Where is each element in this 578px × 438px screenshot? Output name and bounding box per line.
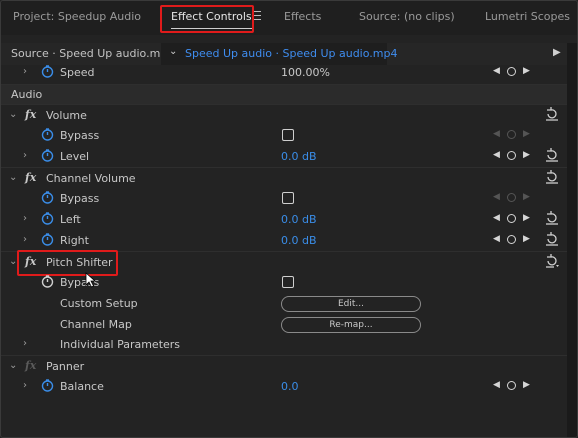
edit-button[interactable]: Edit... (281, 296, 421, 312)
expand-chevron-icon[interactable]: › (23, 380, 27, 391)
reset-dropdown-icon[interactable] (545, 254, 559, 268)
stopwatch-icon[interactable] (41, 191, 54, 204)
stopwatch-icon[interactable] (41, 379, 54, 392)
channel-right-row: › Right 0.0 dB ◀ ▶ (1, 230, 567, 250)
fx-icon[interactable]: fx (25, 359, 36, 372)
tab-lumetri-scopes[interactable]: Lumetri Scopes (485, 10, 570, 23)
left-channel-label: Left (60, 213, 81, 226)
active-tab-underline (171, 28, 252, 29)
collapse-chevron-icon[interactable]: ⌄ (9, 360, 17, 371)
level-label: Level (60, 150, 90, 163)
stopwatch-icon[interactable] (41, 275, 54, 288)
volume-bypass-row: Bypass ◀ ▶ (1, 125, 567, 145)
effect-controls-panel: Project: Speedup Audio Effect Controls E… (0, 0, 578, 438)
individual-parameters-row: › Individual Parameters (1, 334, 567, 354)
volume-effect-row: ⌄ fx Volume (1, 104, 567, 125)
sequence-clip-label: Speed Up audio · Speed Up audio.mp4 (185, 47, 398, 60)
fx-icon[interactable]: fx (25, 108, 36, 121)
balance-value[interactable]: 0.0 (281, 380, 299, 393)
reset-icon[interactable] (545, 170, 559, 184)
collapse-chevron-icon[interactable]: ⌄ (9, 172, 17, 183)
panner-label: Panner (46, 360, 85, 373)
panel-menu-icon[interactable] (252, 11, 261, 20)
collapse-chevron-icon[interactable]: ⌄ (9, 256, 17, 267)
timeline-scrollbar[interactable] (567, 43, 577, 437)
bypass-checkbox[interactable] (282, 192, 294, 204)
chevron-down-icon: ⌄ (169, 46, 178, 57)
source-clip-label[interactable]: Source · Speed Up audio.mp4 (11, 47, 174, 60)
stopwatch-icon[interactable] (41, 233, 54, 246)
bypass-checkbox[interactable] (282, 276, 294, 288)
tab-effects[interactable]: Effects (284, 10, 321, 23)
individual-parameters-label: Individual Parameters (60, 338, 181, 351)
speed-value[interactable]: 100.00% (281, 66, 330, 79)
level-value[interactable]: 0.0 dB (281, 150, 317, 163)
balance-label: Balance (60, 380, 104, 393)
stopwatch-icon[interactable] (41, 65, 54, 78)
keyframe-navigator[interactable]: ◀ ▶ (493, 66, 535, 78)
speed-row: › Speed 100.00% ◀ ▶ (1, 62, 567, 82)
channel-volume-bypass-row: Bypass ◀ ▶ (1, 188, 567, 208)
expand-chevron-icon[interactable]: › (23, 338, 27, 349)
expand-chevron-icon[interactable]: › (23, 150, 27, 161)
channel-left-row: › Left 0.0 dB ◀ ▶ (1, 209, 567, 229)
speed-label: Speed (60, 66, 95, 79)
reset-icon[interactable] (545, 211, 559, 225)
right-channel-label: Right (60, 234, 89, 247)
left-channel-value[interactable]: 0.0 dB (281, 213, 317, 226)
tab-effect-controls-label: Effect Controls (171, 10, 252, 23)
expand-chevron-icon[interactable]: › (23, 213, 27, 224)
expand-chevron-icon[interactable]: › (23, 66, 27, 77)
reset-icon[interactable] (545, 148, 559, 162)
audio-section-label: Audio (11, 88, 43, 101)
bypass-checkbox[interactable] (282, 129, 294, 141)
volume-label: Volume (46, 109, 87, 122)
keyframe-navigator[interactable]: ◀ ▶ (493, 129, 535, 141)
stopwatch-icon[interactable] (41, 128, 54, 141)
keyframe-navigator[interactable]: ◀ ▶ (493, 150, 535, 162)
panel-tab-bar: Project: Speedup Audio Effect Controls E… (1, 1, 577, 35)
reset-icon[interactable] (545, 107, 559, 121)
keyframe-navigator[interactable]: ◀ ▶ (493, 380, 535, 392)
audio-section-header: Audio (1, 84, 567, 104)
bypass-label: Bypass (60, 129, 100, 142)
tab-source[interactable]: Source: (no clips) (359, 10, 455, 23)
keyframe-navigator[interactable]: ◀ ▶ (493, 213, 535, 225)
fx-icon[interactable]: fx (25, 171, 36, 184)
stopwatch-icon[interactable] (41, 149, 54, 162)
right-channel-value[interactable]: 0.0 dB (281, 234, 317, 247)
bypass-label: Bypass (60, 192, 100, 205)
tab-project[interactable]: Project: Speedup Audio (13, 10, 141, 23)
pitch-shifter-bypass-row: Bypass (1, 272, 567, 292)
reset-icon[interactable] (545, 232, 559, 246)
tab-effect-controls[interactable]: Effect Controls (171, 10, 252, 29)
keyframe-navigator[interactable]: ◀ ▶ (493, 234, 535, 246)
balance-row: › Balance 0.0 ◀ ▶ (1, 376, 567, 396)
pitch-shifter-effect-row: ⌄ fx Pitch Shifter (1, 251, 567, 272)
expand-chevron-icon[interactable]: › (23, 234, 27, 245)
fx-icon[interactable]: fx (25, 255, 36, 268)
custom-setup-row: Custom Setup Edit... (1, 293, 567, 313)
remap-button[interactable]: Re-map... (281, 317, 421, 333)
pitch-shifter-label: Pitch Shifter (46, 256, 113, 269)
custom-setup-label: Custom Setup (60, 297, 138, 310)
collapse-chevron-icon[interactable]: ⌄ (9, 109, 17, 120)
keyframe-navigator[interactable]: ◀ ▶ (493, 192, 535, 204)
panner-effect-row: ⌄ fx Panner (1, 355, 567, 376)
volume-level-row: › Level 0.0 dB ◀ ▶ (1, 146, 567, 166)
channel-volume-effect-row: ⌄ fx Channel Volume (1, 167, 567, 188)
stopwatch-icon[interactable] (41, 212, 54, 225)
channel-volume-label: Channel Volume (46, 172, 136, 185)
mouse-cursor-icon (85, 272, 97, 288)
channel-map-label: Channel Map (60, 318, 132, 331)
channel-map-row: Channel Map Re-map... (1, 314, 567, 334)
play-triangle-icon[interactable]: ▶ (553, 47, 561, 58)
